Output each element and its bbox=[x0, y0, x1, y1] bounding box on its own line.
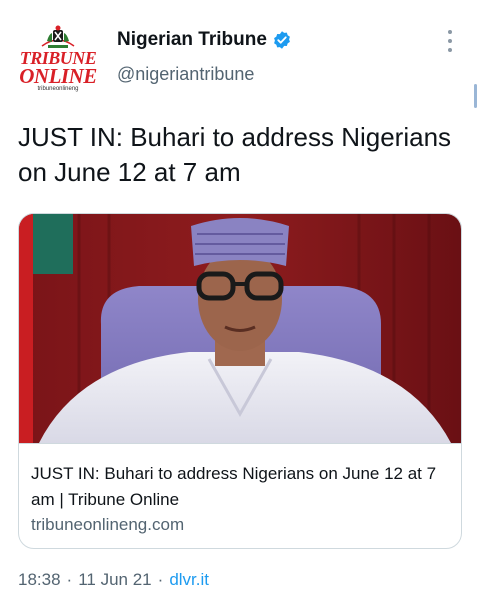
card-domain[interactable]: tribuneonlineng.com bbox=[31, 515, 184, 535]
account-handle[interactable]: @nigeriantribune bbox=[117, 64, 254, 85]
coat-of-arms-icon bbox=[41, 25, 75, 48]
tweet-source-link[interactable]: dlvr.it bbox=[169, 570, 209, 590]
logo-url: tribuneonlineng bbox=[37, 86, 79, 92]
link-card[interactable]: JUST IN: Buhari to address Nigerians on … bbox=[18, 213, 462, 549]
account-name-text: Nigerian Tribune bbox=[117, 29, 267, 50]
tweet-header: TRIBUNE ONLINE tribuneonlineng Nigerian … bbox=[0, 0, 480, 110]
account-avatar[interactable]: TRIBUNE ONLINE tribuneonlineng bbox=[17, 24, 99, 96]
card-divider bbox=[19, 443, 461, 444]
tweet-date[interactable]: 11 Jun 21 bbox=[78, 570, 151, 590]
meta-separator: · bbox=[157, 570, 164, 589]
verified-badge-icon bbox=[274, 31, 290, 49]
tweet-time[interactable]: 18:38 bbox=[18, 570, 61, 590]
tweet-text: JUST IN: Buhari to address Nigerians on … bbox=[18, 122, 452, 187]
logo-text-bottom: ONLINE bbox=[19, 64, 97, 88]
tweet-meta: 18:38 · 11 Jun 21 · dlvr.it bbox=[18, 570, 209, 590]
account-name[interactable]: Nigerian Tribune bbox=[117, 29, 292, 51]
dot bbox=[448, 39, 452, 43]
more-options-icon[interactable] bbox=[440, 30, 460, 52]
scroll-indicator bbox=[474, 84, 477, 108]
card-image[interactable] bbox=[19, 214, 461, 443]
dot bbox=[448, 48, 452, 52]
meta-separator: · bbox=[66, 570, 73, 589]
dot bbox=[448, 30, 452, 34]
card-title[interactable]: JUST IN: Buhari to address Nigerians on … bbox=[31, 461, 451, 513]
